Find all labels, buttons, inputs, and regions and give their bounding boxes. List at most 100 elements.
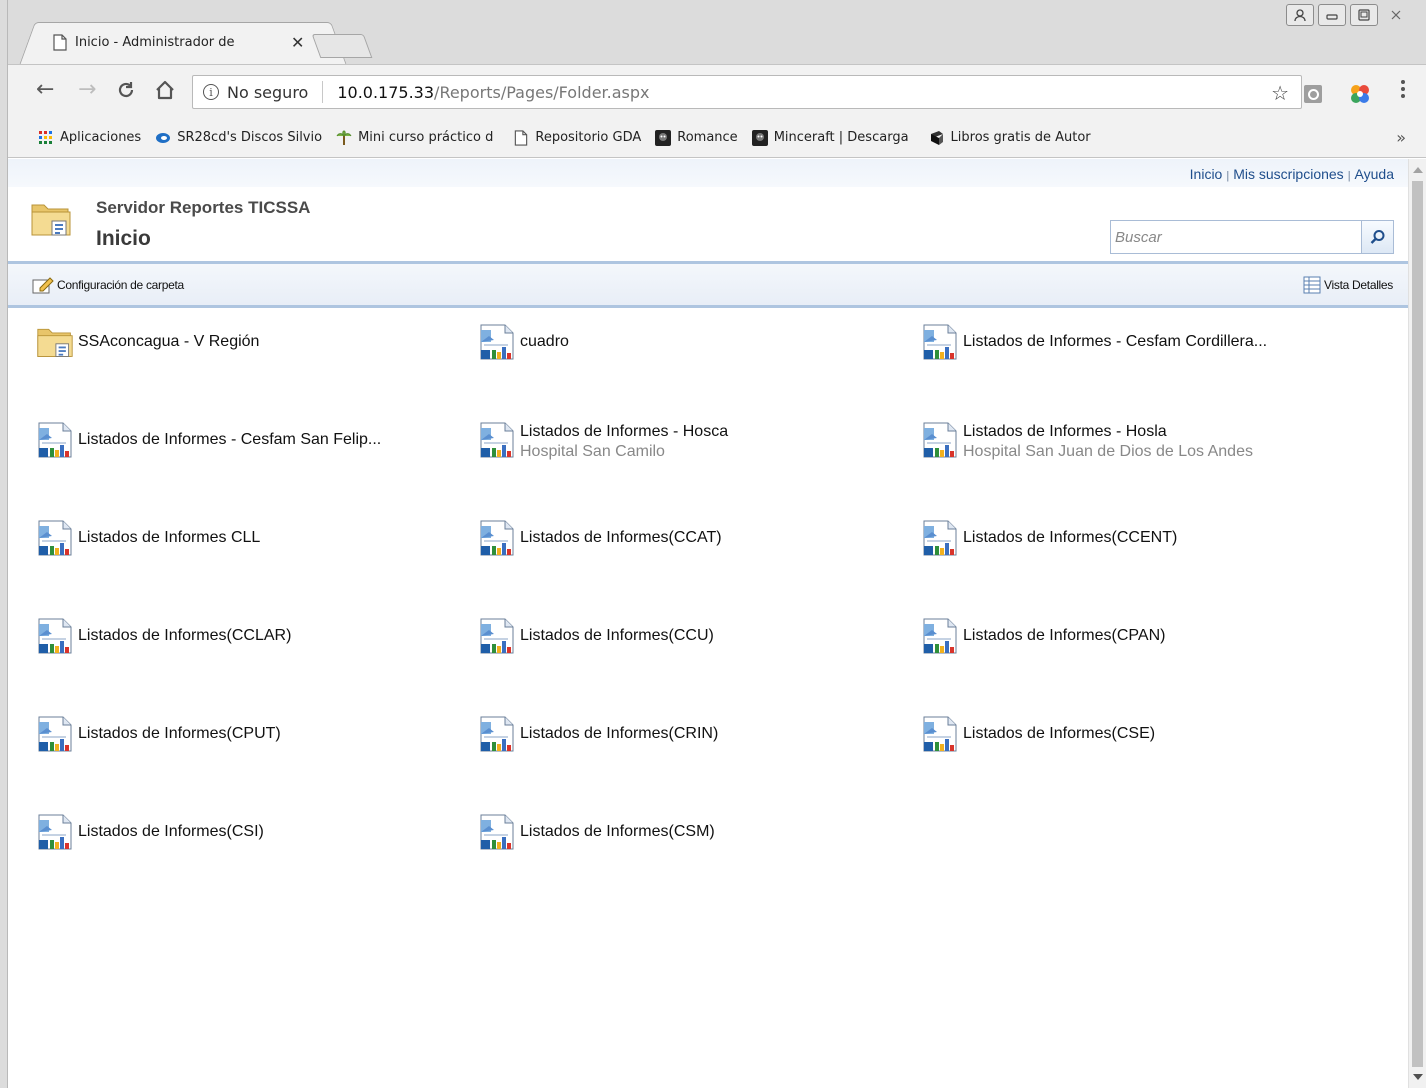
report-icon <box>480 422 514 458</box>
item-name[interactable]: Listados de Informes(CSM) <box>520 822 715 842</box>
bookmarks-overflow-icon[interactable]: » <box>1396 128 1406 147</box>
vertical-scrollbar[interactable] <box>1408 159 1426 1088</box>
tab-close-icon[interactable]: ✕ <box>291 33 304 52</box>
restore-button[interactable] <box>1350 4 1378 26</box>
item-name[interactable]: Listados de Informes(CCU) <box>520 626 714 646</box>
info-icon[interactable]: i <box>203 84 219 100</box>
item-name[interactable]: Listados de Informes(CPUT) <box>78 724 281 744</box>
document-icon <box>53 34 67 51</box>
item-text: Listados de Informes CLL <box>78 528 260 548</box>
subscriptions-link[interactable]: Mis suscripciones <box>1233 166 1343 182</box>
dark-avatar-icon <box>751 129 768 146</box>
item-name[interactable]: Listados de Informes(CCLAR) <box>78 626 291 646</box>
report-item[interactable]: Listados de Informes(CPAN) <box>921 616 1165 656</box>
report-icon <box>480 520 514 556</box>
help-link[interactable]: Ayuda <box>1355 166 1394 182</box>
folder-settings-button[interactable]: Configuración de carpeta <box>32 276 184 294</box>
bookmark-libros-gratis[interactable]: Libros gratis de Autor <box>929 130 1091 146</box>
report-item[interactable]: Listados de Informes(CSE) <box>921 714 1155 754</box>
url-path: /Reports/Pages/Folder.aspx <box>434 82 650 102</box>
search-box <box>1110 220 1362 254</box>
server-name: Servidor Reportes TICSSA <box>96 198 311 217</box>
browser-tab[interactable]: Inicio - Administrador de ✕ <box>40 22 326 64</box>
report-item[interactable]: Listados de Informes(CPUT) <box>36 714 281 754</box>
report-item[interactable]: Listados de Informes(CRIN) <box>478 714 718 754</box>
disc-icon <box>156 132 171 143</box>
palm-icon <box>336 129 352 145</box>
search-extension-icon[interactable] <box>1304 85 1322 103</box>
item-name[interactable]: Listados de Informes(CRIN) <box>520 724 718 744</box>
report-item[interactable]: Listados de Informes - Hosla Hospital San… <box>921 420 1253 462</box>
chrome-menu-icon[interactable] <box>1398 79 1408 99</box>
item-name[interactable]: Listados de Informes - Hosca <box>520 422 728 442</box>
close-window-button[interactable] <box>1382 4 1410 26</box>
security-label[interactable]: No seguro <box>227 83 308 102</box>
bookmark-mini-curso[interactable]: Mini curso práctico d <box>336 129 493 146</box>
bookmark-minceraft[interactable]: Minceraft | Descarga <box>751 129 909 146</box>
bookmark-discos-silvio[interactable]: SR28cd's Discos Silvio <box>155 130 322 146</box>
item-name[interactable]: Listados de Informes(CCAT) <box>520 528 722 548</box>
item-name[interactable]: Listados de Informes(CPAN) <box>963 626 1165 646</box>
address-bar[interactable]: i No seguro 10.0.175.33/Reports/Pages/Fo… <box>192 75 1302 109</box>
link-separator: | <box>1347 170 1351 182</box>
details-view-icon <box>1303 276 1321 294</box>
bookmark-romance[interactable]: Romance <box>655 129 738 146</box>
search-input[interactable] <box>1111 221 1351 253</box>
bookmark-label: Repositorio GDA <box>535 130 642 145</box>
new-tab-button[interactable] <box>311 34 373 58</box>
item-name[interactable]: Listados de Informes(CCENT) <box>963 528 1177 548</box>
reload-button[interactable] <box>116 78 136 106</box>
bookmark-apps[interactable]: Aplicaciones <box>38 130 141 146</box>
item-name[interactable]: Listados de Informes(CSE) <box>963 724 1155 744</box>
item-name[interactable]: Listados de Informes - Cesfam Cordillera… <box>963 332 1267 352</box>
report-item[interactable]: Listados de Informes(CCLAR) <box>36 616 291 656</box>
item-name[interactable]: Listados de Informes(CSI) <box>78 822 264 842</box>
item-name[interactable]: cuadro <box>520 332 569 352</box>
search-icon <box>1370 230 1384 244</box>
report-item[interactable]: Listados de Informes CLL <box>36 518 260 558</box>
report-item[interactable]: Listados de Informes(CCAT) <box>478 518 722 558</box>
search-button[interactable] <box>1361 220 1394 254</box>
report-item[interactable]: Listados de Informes(CSM) <box>478 812 715 852</box>
tab-title: Inicio - Administrador de <box>75 35 235 50</box>
scroll-up-icon[interactable] <box>1413 167 1423 173</box>
report-item[interactable]: Listados de Informes(CSI) <box>36 812 264 852</box>
item-description: Hospital San Juan de Dios de Los Andes <box>963 443 1253 460</box>
profile-button[interactable] <box>1286 4 1314 26</box>
url-host: 10.0.175.33 <box>337 82 435 102</box>
report-item[interactable]: Listados de Informes(CCU) <box>478 616 714 656</box>
document-icon <box>515 129 528 146</box>
item-name[interactable]: SSAconcagua - V Región <box>78 332 259 352</box>
item-name[interactable]: Listados de Informes - Hosla <box>963 422 1253 442</box>
minimize-button[interactable] <box>1318 4 1346 26</box>
report-item[interactable]: Listados de Informes - Cesfam San Felip.… <box>36 420 381 460</box>
report-icon <box>38 520 72 556</box>
item-text: cuadro <box>520 332 569 352</box>
item-name[interactable]: Listados de Informes CLL <box>78 528 260 548</box>
report-item[interactable]: cuadro <box>478 322 569 362</box>
home-button[interactable] <box>154 78 176 107</box>
forward-button[interactable]: → <box>78 78 96 102</box>
home-link[interactable]: Inicio <box>1190 166 1223 182</box>
item-text: Listados de Informes - Cesfam Cordillera… <box>963 332 1267 352</box>
scrollbar-thumb[interactable] <box>1412 181 1423 1067</box>
bookmark-repositorio-gda[interactable]: Repositorio GDA <box>513 129 642 146</box>
more-vertical-icon <box>1401 80 1405 98</box>
folder-item[interactable]: SSAconcagua - V Región <box>36 322 259 362</box>
report-item[interactable]: Listados de Informes(CCENT) <box>921 518 1177 558</box>
report-item[interactable]: Listados de Informes - Cesfam Cordillera… <box>921 322 1267 362</box>
item-text: Listados de Informes - Hosca Hospital San… <box>520 422 728 462</box>
item-text: Listados de Informes(CSE) <box>963 724 1155 744</box>
report-item[interactable]: Listados de Informes - Hosca Hospital San… <box>478 420 728 462</box>
item-text: Listados de Informes(CCAT) <box>520 528 722 548</box>
puzzle-extension-icon[interactable] <box>1348 83 1372 105</box>
item-name[interactable]: Listados de Informes - Cesfam San Felip.… <box>78 430 381 450</box>
details-view-button[interactable]: Vista Detalles <box>1303 276 1393 294</box>
report-icon <box>923 520 957 556</box>
back-button[interactable]: ← <box>36 78 54 102</box>
book-icon <box>930 130 943 145</box>
bookmark-star-icon[interactable]: ☆ <box>1271 81 1289 105</box>
scroll-down-icon[interactable] <box>1413 1074 1423 1080</box>
item-text: Listados de Informes(CPUT) <box>78 724 281 744</box>
minimize-icon <box>1326 14 1338 20</box>
